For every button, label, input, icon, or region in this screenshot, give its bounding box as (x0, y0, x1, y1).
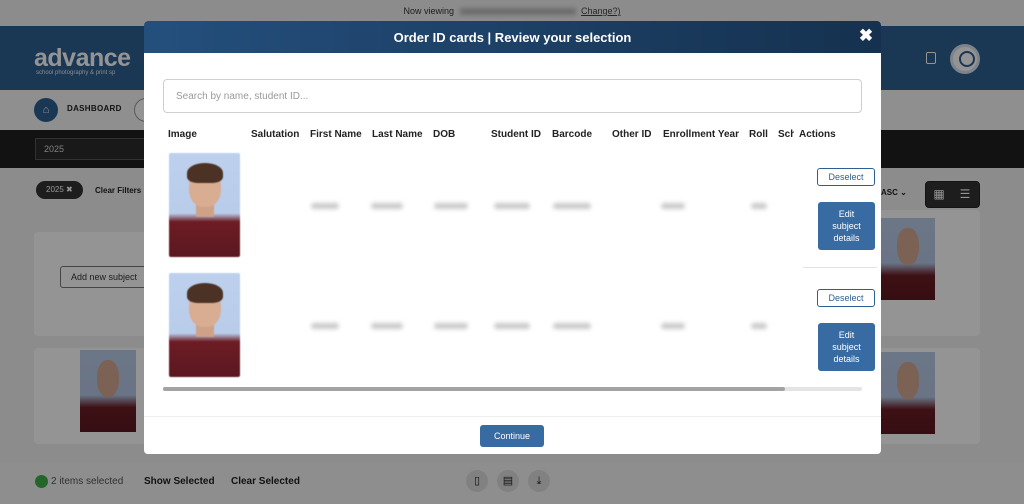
column-last-name: Last Name (372, 129, 423, 140)
deselect-button[interactable]: Deselect (817, 168, 875, 186)
column-enrollment-year: Enrollment Year (663, 129, 739, 140)
column-actions: Actions (799, 129, 836, 140)
barcode-cell (553, 203, 591, 209)
column-dob: DOB (433, 129, 456, 140)
edit-subject-details-button[interactable]: Edit subject details (818, 323, 875, 371)
last-name-cell (371, 323, 403, 329)
column-roll: Roll (749, 129, 768, 140)
modal-footer: Continue (144, 416, 881, 454)
edit-label-line2: subject (832, 342, 861, 352)
edit-label-line3: details (833, 354, 860, 364)
student-id-cell (494, 203, 530, 209)
search-input[interactable] (163, 79, 862, 113)
dob-cell (434, 323, 468, 329)
deselect-button[interactable]: Deselect (817, 289, 875, 307)
column-salutation: Salutation (251, 129, 300, 140)
student-photo (169, 273, 240, 377)
scrollbar-thumb[interactable] (163, 387, 785, 391)
column-barcode: Barcode (552, 129, 593, 140)
first-name-cell (311, 323, 339, 329)
last-name-cell (371, 203, 403, 209)
table-row: Deselect Edit subject details (163, 269, 875, 389)
roll-cell (751, 203, 767, 209)
review-selection-modal: Order ID cards | Review your selection ✖… (144, 21, 881, 454)
barcode-cell (553, 323, 591, 329)
student-id-cell (494, 323, 530, 329)
edit-label-line1: Edit (838, 330, 855, 340)
dob-cell (434, 203, 468, 209)
modal-title: Order ID cards | Review your selection (393, 30, 632, 45)
table-row: Deselect Edit subject details (163, 149, 877, 269)
enrollment-year-cell (661, 203, 685, 209)
edit-label-line2: subject (832, 221, 861, 231)
modal-header: Order ID cards | Review your selection ✖ (144, 21, 881, 53)
first-name-cell (311, 203, 339, 209)
edit-subject-details-button[interactable]: Edit subject details (818, 202, 875, 250)
continue-button[interactable]: Continue (480, 425, 544, 447)
row-divider (803, 267, 877, 268)
column-first-name: First Name (310, 129, 362, 140)
column-other-id: Other ID (612, 129, 652, 140)
column-image: Image (168, 129, 197, 140)
enrollment-year-cell (661, 323, 685, 329)
edit-label-line3: details (833, 233, 860, 243)
roll-cell (751, 323, 767, 329)
edit-label-line1: Edit (838, 209, 855, 219)
horizontal-scrollbar[interactable] (163, 387, 862, 391)
column-student-id: Student ID (491, 129, 541, 140)
close-icon[interactable]: ✖ (857, 26, 875, 46)
table-header: Image Salutation First Name Last Name DO… (144, 129, 881, 143)
column-school: Sch (778, 129, 794, 140)
student-photo (169, 153, 240, 257)
